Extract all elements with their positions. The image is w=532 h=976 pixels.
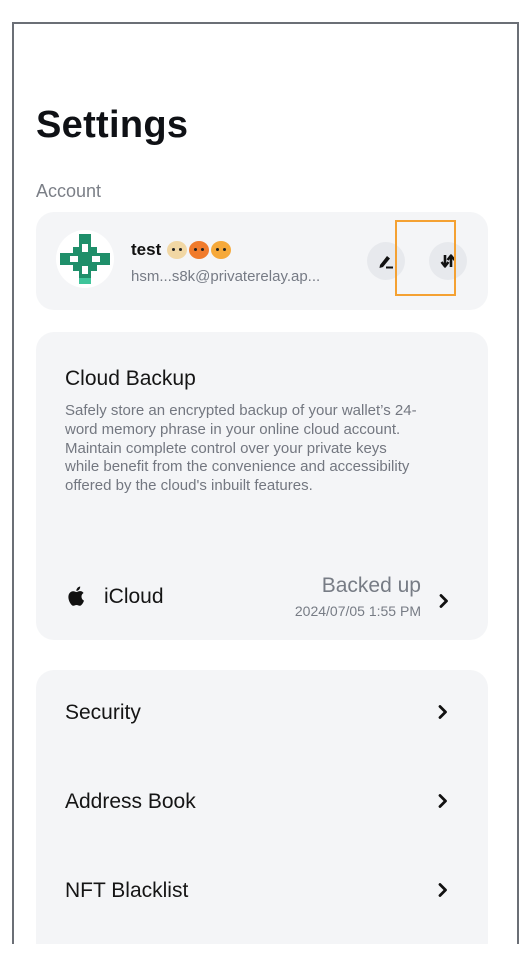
avatar-pattern-icon	[60, 234, 110, 284]
menu-item-label: Address Book	[65, 790, 196, 813]
fox-emoji-icon	[189, 241, 210, 259]
switch-button-highlight	[395, 220, 456, 296]
page-title: Settings	[36, 104, 189, 146]
tiger-emoji-icon	[211, 241, 232, 259]
menu-item-address-book[interactable]: Address Book	[36, 759, 488, 848]
backup-status: Backed up	[321, 574, 421, 597]
cloud-backup-card: Cloud Backup Safely store an encrypted b…	[36, 332, 488, 640]
settings-screen: Settings Account test hsm...s8k@privater…	[14, 24, 517, 944]
chevron-right-icon	[438, 883, 447, 897]
cloud-backup-description: Safely store an encrypted backup of your…	[65, 402, 417, 495]
menu-item-label: Security	[65, 701, 141, 724]
menu-item-nft-blacklist[interactable]: NFT Blacklist	[36, 848, 488, 937]
icloud-label: iCloud	[104, 585, 164, 608]
account-section-label: Account	[36, 181, 102, 201]
chevron-right-icon	[438, 705, 447, 719]
settings-menu-card: Security Address Book NFT Blacklist	[36, 670, 488, 944]
chevron-right-icon	[439, 594, 448, 608]
icloud-backup-row[interactable]: iCloud Backed up 2024/07/05 1:55 PM	[65, 572, 465, 622]
menu-item-label: NFT Blacklist	[65, 879, 189, 902]
menu-item-security[interactable]: Security	[36, 670, 488, 759]
pencil-icon	[379, 256, 393, 269]
cloud-backup-title: Cloud Backup	[65, 367, 196, 390]
apple-icon	[68, 586, 84, 606]
phone-screen: Settings Account test hsm...s8k@privater…	[12, 22, 519, 944]
account-name-text: test	[131, 240, 162, 259]
backup-date: 2024/07/05 1:55 PM	[294, 603, 421, 619]
account-emoji-group	[167, 241, 232, 259]
chevron-right-icon	[438, 794, 447, 808]
dog-emoji-icon	[167, 241, 188, 259]
account-name: test	[131, 240, 232, 260]
avatar	[56, 230, 114, 288]
account-email: hsm...s8k@privaterelay.ap...	[131, 268, 321, 285]
